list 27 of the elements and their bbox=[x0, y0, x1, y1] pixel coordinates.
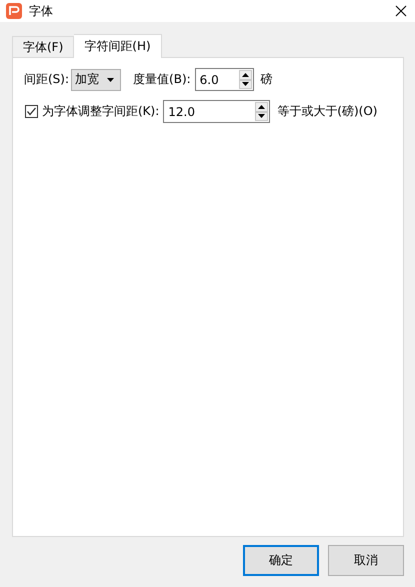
kerning-label: 为字体调整字间距(K): bbox=[42, 103, 160, 120]
increment-button[interactable] bbox=[238, 70, 252, 80]
up-arrow-icon bbox=[258, 104, 266, 109]
number-spinner[interactable]: 12.0 bbox=[163, 100, 270, 123]
number-input[interactable]: 6.0 bbox=[196, 69, 238, 90]
close-icon[interactable] bbox=[395, 5, 407, 17]
number-input[interactable]: 12.0 bbox=[164, 101, 254, 122]
kerning-suffix-label: 等于或大于(磅)(O) bbox=[277, 103, 378, 120]
number-spinner[interactable]: 6.0 bbox=[194, 68, 254, 91]
measure-label: 度量值(B): bbox=[133, 71, 191, 88]
spacing-dropdown[interactable]: 加宽 bbox=[71, 68, 122, 90]
decrement-button[interactable] bbox=[238, 80, 252, 89]
down-arrow-icon bbox=[107, 78, 114, 82]
window-title: 字体 bbox=[29, 2, 54, 20]
cancel-button[interactable]: 取消 bbox=[328, 545, 404, 576]
tab[interactable]: 字体(F) bbox=[12, 36, 74, 57]
down-arrow-icon bbox=[242, 82, 249, 86]
app-logo-icon bbox=[6, 3, 22, 19]
checkmark-icon bbox=[26, 106, 37, 117]
tab[interactable]: 字符间距(H) bbox=[74, 34, 162, 58]
increment-button[interactable] bbox=[255, 102, 268, 112]
spacing-label: 间距(S): bbox=[24, 71, 70, 88]
kerning-checkbox[interactable] bbox=[25, 105, 38, 118]
ok-button[interactable]: 确定 bbox=[243, 545, 319, 576]
down-arrow-icon bbox=[258, 114, 266, 118]
unit-label: 磅 bbox=[260, 71, 273, 88]
up-arrow-icon bbox=[242, 72, 249, 77]
